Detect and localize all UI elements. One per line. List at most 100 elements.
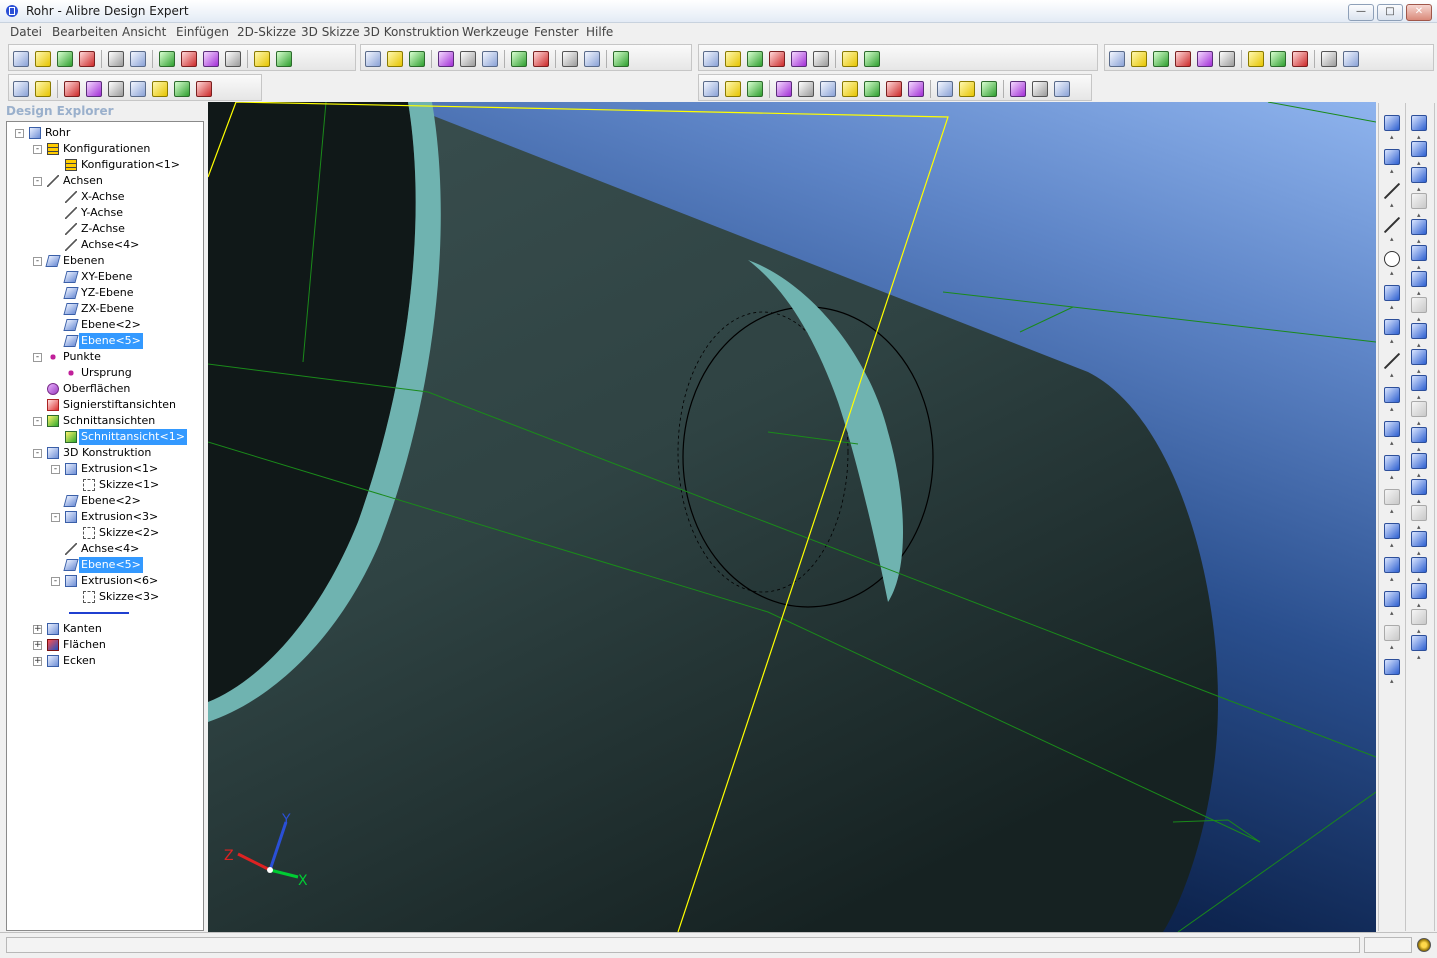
- collapse-toggle[interactable]: -: [33, 353, 42, 362]
- undo-icon[interactable]: [254, 50, 270, 67]
- rectangle-icon[interactable]: [1384, 319, 1400, 335]
- menu-hilfe[interactable]: Hilfe: [586, 25, 613, 39]
- constraint-b-icon[interactable]: [86, 80, 102, 97]
- reference-axis-icon[interactable]: [725, 50, 741, 67]
- tree-item[interactable]: Schnittansicht<1>: [7, 429, 203, 445]
- collapse-toggle[interactable]: -: [33, 449, 42, 458]
- tree-item[interactable]: - Ebenen: [7, 253, 203, 269]
- flyout-arrow-icon[interactable]: ▴: [1417, 237, 1421, 245]
- constraint-icon[interactable]: [1411, 609, 1427, 625]
- mirror-feature-icon[interactable]: [1411, 427, 1427, 443]
- copy-icon[interactable]: [181, 50, 197, 67]
- flyout-arrow-icon[interactable]: ▴: [1417, 445, 1421, 453]
- spline-icon[interactable]: [1384, 353, 1400, 369]
- flyout-arrow-icon[interactable]: ▴: [1390, 269, 1394, 277]
- construction-line-icon[interactable]: [1384, 183, 1400, 199]
- tree-item[interactable]: Achse<4>: [7, 237, 203, 253]
- tree-item[interactable]: Oberflächen: [7, 381, 203, 397]
- redline-icon[interactable]: [584, 50, 600, 67]
- tree-item[interactable]: - Konfigurationen: [7, 141, 203, 157]
- close-button[interactable]: ✕: [1406, 4, 1432, 21]
- tree-item[interactable]: ZX-Ebene: [7, 301, 203, 317]
- tree-item[interactable]: - Extrusion<1>: [7, 461, 203, 477]
- trim-icon[interactable]: [1384, 455, 1400, 471]
- reference-point-icon[interactable]: [747, 50, 763, 67]
- menu-3d-konstruktion[interactable]: 3D Konstruktion: [363, 25, 459, 39]
- filter-c-icon[interactable]: [820, 80, 836, 97]
- view-normal-icon[interactable]: [1270, 50, 1286, 67]
- project-icon[interactable]: [1384, 625, 1400, 641]
- zoom-fit-icon[interactable]: [460, 50, 476, 67]
- cut-icon[interactable]: [159, 50, 175, 67]
- filter-i-icon[interactable]: [959, 80, 975, 97]
- flyout-arrow-icon[interactable]: ▴: [1390, 371, 1394, 379]
- rotate-icon[interactable]: [409, 50, 425, 67]
- flyout-arrow-icon[interactable]: ▴: [1417, 575, 1421, 583]
- check-icon[interactable]: [842, 50, 858, 67]
- dimension-icon[interactable]: [703, 80, 719, 97]
- flyout-arrow-icon[interactable]: ▴: [1390, 235, 1394, 243]
- constraint-g-icon[interactable]: [196, 80, 212, 97]
- menu-fenster[interactable]: Fenster: [534, 25, 579, 39]
- flyout-arrow-icon[interactable]: ▴: [1417, 471, 1421, 479]
- tree-item[interactable]: Ebene<5>: [7, 333, 203, 349]
- tree-item[interactable]: - Schnittansichten: [7, 413, 203, 429]
- model-view[interactable]: Y Z X: [208, 102, 1376, 932]
- maximize-button[interactable]: □: [1377, 4, 1403, 21]
- circle-icon[interactable]: [1384, 251, 1400, 267]
- flyout-arrow-icon[interactable]: ▴: [1417, 133, 1421, 141]
- activate-sketch-icon[interactable]: [1384, 115, 1400, 131]
- surface-icon[interactable]: [769, 50, 785, 67]
- flyout-arrow-icon[interactable]: ▴: [1390, 405, 1394, 413]
- design-explorer-tree[interactable]: - Rohr - Konfigurationen Konfiguration<1> - Ac…: [6, 121, 204, 931]
- next-view-icon[interactable]: [533, 50, 549, 67]
- print-preview-icon[interactable]: [130, 50, 146, 67]
- thread-icon[interactable]: [1411, 297, 1427, 313]
- tree-item[interactable]: XY-Ebene: [7, 269, 203, 285]
- expand-toggle[interactable]: +: [33, 657, 42, 666]
- tree-item[interactable]: Skizze<2>: [7, 525, 203, 541]
- constraint-e-icon[interactable]: [152, 80, 168, 97]
- tree-item[interactable]: X-Achse: [7, 189, 203, 205]
- constraint-f-icon[interactable]: [174, 80, 190, 97]
- tree-item[interactable]: + Kanten: [7, 621, 203, 637]
- new-icon[interactable]: [13, 50, 29, 67]
- scale-icon[interactable]: [1411, 479, 1427, 495]
- constraint-d-icon[interactable]: [130, 80, 146, 97]
- point-icon[interactable]: [1384, 149, 1400, 165]
- flyout-arrow-icon[interactable]: ▴: [1390, 201, 1394, 209]
- filter-b-icon[interactable]: [798, 80, 814, 97]
- tree-item[interactable]: - Extrusion<3>: [7, 509, 203, 525]
- rollback-marker-icon[interactable]: [69, 612, 129, 614]
- menu-einfuegen[interactable]: Einfügen: [176, 25, 229, 39]
- view-left-icon[interactable]: [1153, 50, 1169, 67]
- filter-j-icon[interactable]: [981, 80, 997, 97]
- constraint-c-icon[interactable]: [108, 80, 124, 97]
- tree-item[interactable]: Z-Achse: [7, 221, 203, 237]
- render-icon[interactable]: [613, 50, 629, 67]
- collapse-toggle[interactable]: -: [51, 513, 60, 522]
- expand-toggle[interactable]: +: [33, 625, 42, 634]
- menu-ansicht[interactable]: Ansicht: [122, 25, 166, 39]
- dimension-icon[interactable]: [1411, 635, 1427, 651]
- boolean-icon[interactable]: [1411, 531, 1427, 547]
- menu-3d-skizze[interactable]: 3D Skizze: [301, 25, 360, 39]
- view-top-icon[interactable]: [1197, 50, 1213, 67]
- mirror-icon[interactable]: [1384, 591, 1400, 607]
- tree-item[interactable]: Ebene<2>: [7, 317, 203, 333]
- section-view-icon[interactable]: [562, 50, 578, 67]
- insert-part-icon[interactable]: [1411, 557, 1427, 573]
- reference-plane-icon[interactable]: [703, 50, 719, 67]
- flyout-arrow-icon[interactable]: ▴: [1417, 289, 1421, 297]
- filter-m-icon[interactable]: [1054, 80, 1070, 97]
- filter-k-icon[interactable]: [1010, 80, 1026, 97]
- flyout-arrow-icon[interactable]: ▴: [1417, 497, 1421, 505]
- configuration-icon[interactable]: [791, 50, 807, 67]
- section-box-icon[interactable]: [813, 50, 829, 67]
- collapse-toggle[interactable]: -: [51, 577, 60, 586]
- part-color-icon[interactable]: [13, 80, 29, 97]
- collapse-toggle[interactable]: -: [33, 257, 42, 266]
- equation-icon[interactable]: [1384, 659, 1400, 675]
- shell-icon[interactable]: [1411, 375, 1427, 391]
- view-custom-icon[interactable]: [1292, 50, 1308, 67]
